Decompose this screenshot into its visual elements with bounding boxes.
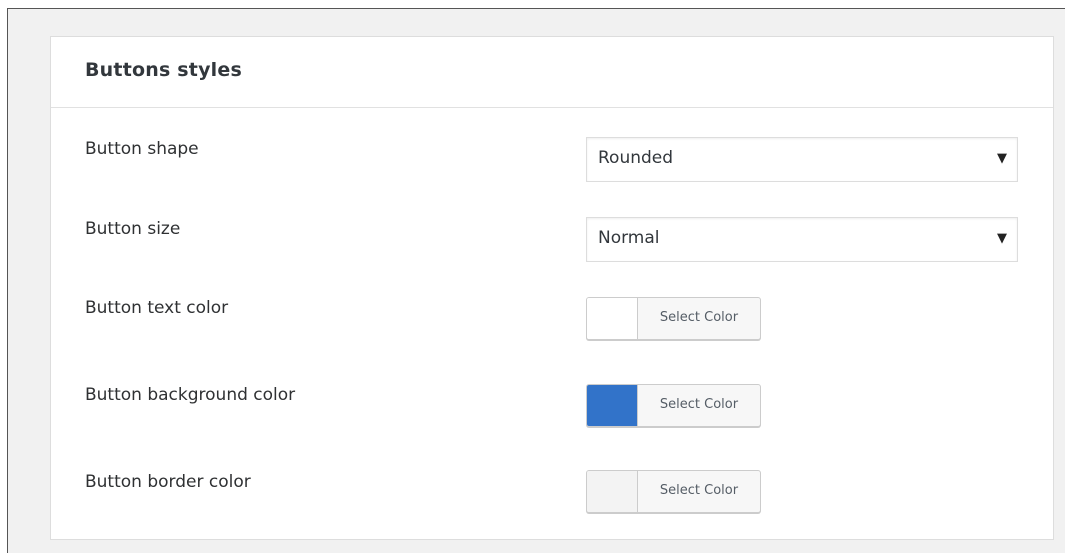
color-swatch xyxy=(587,471,638,512)
button-size-label: Button size xyxy=(85,219,181,239)
button-border-color-picker[interactable]: Select Color xyxy=(586,470,761,513)
panel-header: Buttons styles xyxy=(51,37,1053,108)
select-color-label: Select Color xyxy=(638,483,760,498)
button-text-color-label: Button text color xyxy=(85,298,229,318)
select-color-label: Select Color xyxy=(638,310,760,325)
button-text-color-picker[interactable]: Select Color xyxy=(586,297,761,340)
button-background-color-label: Button background color xyxy=(85,385,296,405)
color-swatch xyxy=(587,298,638,339)
buttons-styles-panel: Buttons styles Button shape Rounded ▼ Bu… xyxy=(50,36,1054,540)
settings-frame: Buttons styles Button shape Rounded ▼ Bu… xyxy=(7,8,1065,553)
button-border-color-label: Button border color xyxy=(85,472,251,492)
chevron-down-icon: ▼ xyxy=(997,231,1007,246)
button-size-selected-value: Normal xyxy=(598,228,660,248)
select-color-label: Select Color xyxy=(638,397,760,412)
button-shape-select[interactable]: Rounded ▼ xyxy=(586,137,1018,182)
chevron-down-icon: ▼ xyxy=(997,151,1007,166)
button-shape-selected-value: Rounded xyxy=(598,148,674,168)
button-background-color-picker[interactable]: Select Color xyxy=(586,384,761,427)
panel-title: Buttons styles xyxy=(85,59,242,81)
color-swatch xyxy=(587,385,638,426)
button-shape-label: Button shape xyxy=(85,139,199,159)
button-size-select[interactable]: Normal ▼ xyxy=(586,217,1018,262)
